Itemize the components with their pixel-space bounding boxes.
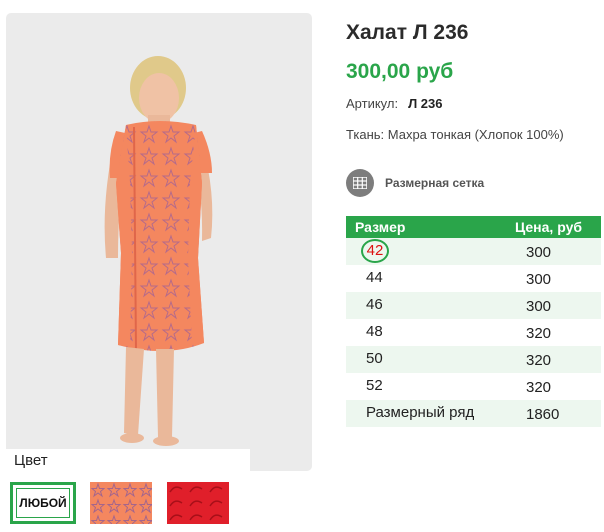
size-price: 320 (526, 352, 552, 369)
product-price: 300,00 руб (346, 60, 454, 83)
product-photo[interactable] (6, 13, 312, 471)
color-swatch-any-label: ЛЮБОЙ (16, 488, 70, 518)
product-title: Халат Л 236 (346, 21, 469, 44)
red-print-swatch-image (167, 482, 229, 524)
color-swatch-red-print[interactable] (167, 482, 229, 524)
size-row-52[interactable]: 52 320 (346, 373, 601, 400)
color-selector: Цвет ЛЮБОЙ (6, 449, 250, 532)
size-row-full-range[interactable]: Размерный ряд 1860 (346, 400, 601, 427)
size-price: 320 (526, 379, 552, 396)
sku-value: Л 236 (408, 96, 443, 111)
size-row-42[interactable]: 42 300 (346, 238, 601, 265)
size-price: 320 (526, 325, 552, 342)
size-row-48[interactable]: 48 320 (346, 319, 601, 346)
size-price-table: Размер Цена, руб 42 300 44 300 46 300 48… (346, 216, 601, 427)
size-option[interactable]: 48 (366, 323, 383, 340)
size-chart-button[interactable]: Размерная сетка (346, 169, 484, 197)
product-image (104, 56, 213, 446)
size-row-44[interactable]: 44 300 (346, 265, 601, 292)
sku-label: Артикул: (346, 96, 399, 111)
product-fabric: Ткань: Махра тонкая (Хлопок 100%) (346, 127, 564, 142)
size-row-46[interactable]: 46 300 (346, 292, 601, 319)
size-option-full-range[interactable]: Размерный ряд (366, 404, 474, 421)
grid-icon (346, 169, 374, 197)
orange-print-swatch-image (90, 482, 152, 524)
size-row-50[interactable]: 50 320 (346, 346, 601, 373)
header-price: Цена, руб (515, 219, 583, 235)
size-price: 300 (526, 298, 552, 315)
size-option[interactable]: 44 (366, 269, 383, 286)
size-option[interactable]: 52 (366, 377, 383, 394)
size-price: 300 (526, 244, 552, 261)
color-swatch-any[interactable]: ЛЮБОЙ (10, 482, 76, 524)
size-table-header: Размер Цена, руб (346, 216, 601, 238)
size-option[interactable]: 46 (366, 296, 383, 313)
header-size: Размер (355, 219, 406, 235)
size-price: 1860 (526, 406, 560, 423)
size-price: 300 (526, 271, 552, 288)
size-chart-label: Размерная сетка (385, 176, 485, 190)
size-option-selected[interactable]: 42 (361, 239, 389, 263)
color-swatch-orange-print[interactable] (90, 482, 152, 524)
size-option[interactable]: 50 (366, 350, 383, 367)
color-label: Цвет (14, 452, 48, 469)
product-sku: Артикул: Л 236 (346, 96, 443, 111)
